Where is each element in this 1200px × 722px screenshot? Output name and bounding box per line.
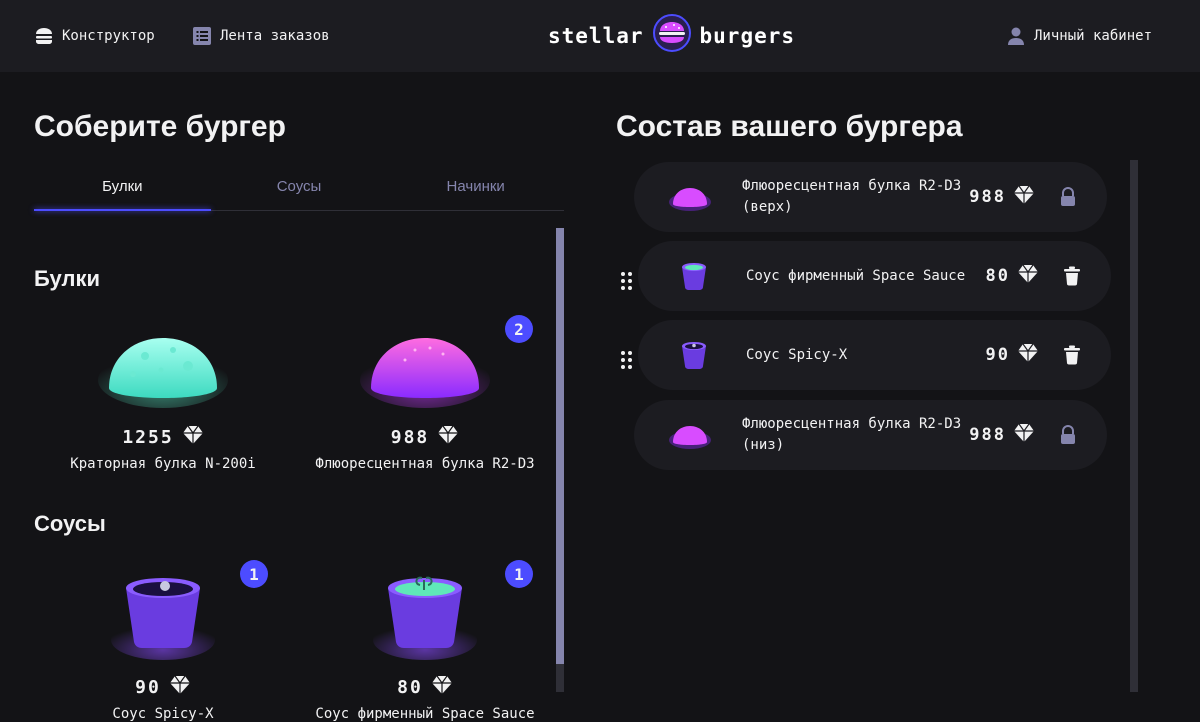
currency-icon: [1017, 343, 1039, 368]
ingredient-name: Краторная булка N-200i: [70, 456, 256, 472]
delete-icon[interactable]: [1061, 344, 1083, 366]
ingredient-thumb: [668, 413, 712, 457]
ingredient-name: Соус Spicy-X: [112, 706, 214, 722]
logo-text-right: burgers: [699, 24, 796, 48]
tab-sauces[interactable]: Соусы: [211, 164, 388, 210]
constructor-item-name: Соус фирменный Space Sauce: [746, 267, 966, 284]
ingredient-price: 1255: [122, 427, 174, 448]
profile-icon: [1006, 26, 1026, 46]
constructor-item-top-bun: Флюоресцентная булка R2-D3 (верх) 988: [634, 162, 1107, 232]
logo-burger-icon: [652, 13, 692, 59]
list-icon: [192, 26, 212, 46]
ingredient-card[interactable]: 90 Соус Spicy-X: [28, 565, 298, 722]
ingredient-thumb: [672, 254, 716, 298]
drag-handle-icon[interactable]: [620, 350, 634, 370]
logo[interactable]: stellar burgers: [548, 14, 795, 58]
currency-icon: [1013, 185, 1035, 210]
ingredient-thumb: [668, 175, 712, 219]
nav-account-label: Личный кабинет: [1034, 28, 1153, 44]
constructor-item-name: Флюоресцентная булка R2-D3 (низ): [742, 416, 962, 453]
constructor-item-price: 80: [985, 266, 1010, 286]
constructor-item-price: 90: [985, 345, 1010, 365]
currency-icon: [1017, 264, 1039, 289]
nav-constructor-label: Конструктор: [62, 28, 155, 44]
page-title: Соберите бургер: [34, 110, 286, 143]
constructor-item-name: Соус Spicy-X: [746, 346, 848, 363]
ingredient-image: [28, 315, 298, 415]
ingredient-name: Соус фирменный Space Sauce: [315, 706, 535, 722]
tab-fillings[interactable]: Начинки: [387, 164, 564, 210]
section-title-sauces: Соусы: [34, 511, 106, 536]
constructor-item-price: 988: [969, 425, 1006, 445]
currency-icon: [431, 675, 453, 700]
ingredient-count-badge: 1: [240, 560, 268, 588]
constructor-item-name: Флюоресцентная булка R2-D3 (верх): [742, 178, 962, 215]
lock-icon: [1057, 186, 1079, 208]
constructor-item[interactable]: Соус Spicy-X 90: [638, 320, 1111, 390]
currency-icon: [1013, 423, 1035, 448]
delete-icon[interactable]: [1061, 265, 1083, 287]
constructor-item-price: 988: [969, 187, 1006, 207]
ingredient-card[interactable]: 1255 Краторная булка N-200i: [28, 315, 298, 472]
app-header: Конструктор Лента заказов stellar burger…: [0, 0, 1200, 72]
nav-constructor[interactable]: Конструктор: [34, 0, 155, 72]
nav-feed-label: Лента заказов: [220, 28, 330, 44]
nav-feed[interactable]: Лента заказов: [192, 0, 330, 72]
ingredient-name: Флюоресцентная булка R2-D3: [315, 456, 535, 472]
constructor-item-bottom-bun: Флюоресцентная булка R2-D3 (низ) 988: [634, 400, 1107, 470]
currency-icon: [437, 425, 459, 450]
currency-icon: [169, 675, 191, 700]
burger-icon: [34, 26, 54, 46]
drag-handle-icon[interactable]: [620, 271, 634, 291]
section-title-buns: Булки: [34, 266, 100, 291]
ingredient-price: 90: [135, 677, 161, 698]
ingredient-price: 80: [397, 677, 423, 698]
ingredient-thumb: [672, 333, 716, 377]
ingredient-count-badge: 1: [505, 560, 533, 588]
ingredient-count-badge: 2: [505, 315, 533, 343]
constructor-item[interactable]: Соус фирменный Space Sauce 80: [638, 241, 1111, 311]
ingredient-card[interactable]: 80 Соус фирменный Space Sauce: [290, 565, 560, 722]
ingredient-price: 988: [390, 427, 430, 448]
tab-buns[interactable]: Булки: [34, 164, 211, 211]
nav-account[interactable]: Личный кабинет: [1006, 0, 1152, 72]
currency-icon: [182, 425, 204, 450]
ingredient-tabs: Булки Соусы Начинки: [34, 164, 564, 211]
constructor-scrollbar[interactable]: [1130, 160, 1138, 692]
constructor-title: Состав вашего бургера: [616, 110, 963, 143]
logo-text-left: stellar: [548, 24, 644, 48]
lock-icon: [1057, 424, 1079, 446]
